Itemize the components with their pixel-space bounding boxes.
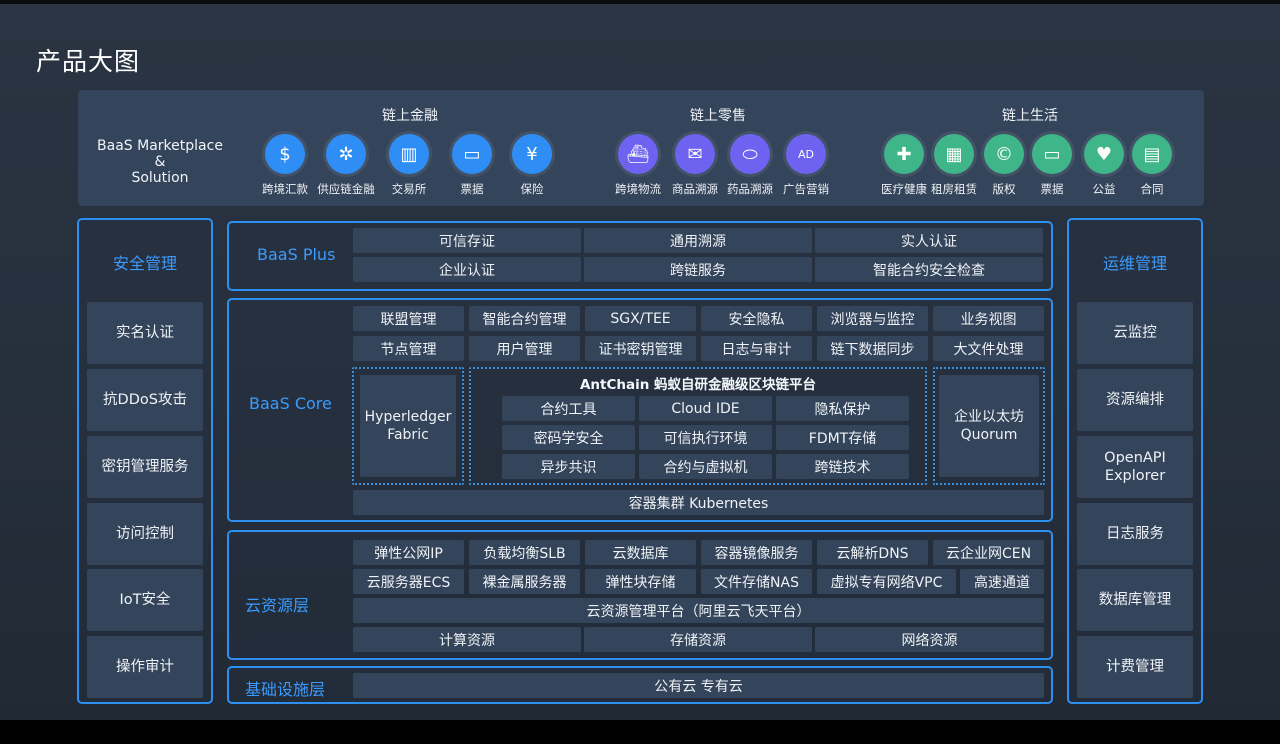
solution-item[interactable]: ¥ 保险 bbox=[496, 134, 568, 197]
baas-plus-cell[interactable]: 可信存证 bbox=[353, 228, 581, 253]
infra-cell[interactable]: 公有云 专有云 bbox=[353, 673, 1044, 698]
cloud-resource-cell[interactable]: 存储资源 bbox=[584, 627, 812, 652]
antchain-cell[interactable]: FDMT存储 bbox=[776, 425, 909, 450]
cloud-layer: 云资源层 弹性公网IP 负载均衡SLB 云数据库 容器镜像服务 云解析DNS 云… bbox=[227, 530, 1053, 660]
group-title-finance: 链上金融 bbox=[382, 108, 438, 124]
group-title-retail: 链上零售 bbox=[690, 108, 746, 124]
cloud-cell[interactable]: 弹性块存储 bbox=[585, 569, 696, 594]
baas-core-cell[interactable]: 节点管理 bbox=[353, 336, 464, 361]
security-item[interactable]: 操作审计 bbox=[87, 636, 203, 698]
cloud-label: 云资源层 bbox=[245, 596, 310, 615]
security-title: 安全管理 bbox=[112, 254, 177, 273]
cloud-cell[interactable]: 文件存储NAS bbox=[701, 569, 812, 594]
capsule-icon: ⬭ bbox=[730, 134, 770, 174]
cloud-cell[interactable]: 负载均衡SLB bbox=[469, 540, 580, 565]
baas-plus-cell[interactable]: 通用溯源 bbox=[584, 228, 812, 253]
cloud-resource-cell[interactable]: 计算资源 bbox=[353, 627, 581, 652]
security-item[interactable]: 访问控制 bbox=[87, 503, 203, 565]
infra-layer: 基础设施层 公有云 专有云 bbox=[227, 666, 1053, 704]
bar-chart-icon: ▥ bbox=[389, 134, 429, 174]
solution-item[interactable]: ▥ 交易所 bbox=[373, 134, 445, 197]
baas-core-cell[interactable]: SGX/TEE bbox=[585, 306, 696, 331]
hyperledger-fabric[interactable]: Hyperledger Fabric bbox=[360, 375, 456, 477]
baas-core-cell[interactable]: 智能合约管理 bbox=[469, 306, 580, 331]
cloud-cell[interactable]: 裸金属服务器 bbox=[469, 569, 580, 594]
cloud-cell[interactable]: 云解析DNS bbox=[817, 540, 928, 565]
security-item[interactable]: 抗DDoS攻击 bbox=[87, 369, 203, 431]
ops-item[interactable]: 计费管理 bbox=[1077, 636, 1193, 698]
ticket-icon: ▭ bbox=[452, 134, 492, 174]
solutions-band: BaaS Marketplace & Solution 链上金融 链上零售 链上… bbox=[78, 90, 1204, 206]
baas-plus-label: BaaS Plus bbox=[257, 245, 336, 264]
page-title: 产品大图 bbox=[36, 47, 141, 76]
antchain-title: AntChain 蚂蚁自研金融级区块链平台 bbox=[579, 377, 817, 393]
ops-item[interactable]: 云监控 bbox=[1077, 302, 1193, 364]
baas-core-cell[interactable]: 证书密钥管理 bbox=[585, 336, 696, 361]
baas-core-cell[interactable]: 用户管理 bbox=[469, 336, 580, 361]
antchain-frame: AntChain 蚂蚁自研金融级区块链平台 合约工具 Cloud IDE 隐私保… bbox=[469, 367, 927, 485]
solution-item[interactable]: AD 广告营销 bbox=[770, 134, 842, 197]
ops-item[interactable]: 数据库管理 bbox=[1077, 569, 1193, 631]
cloud-platform-cell[interactable]: 云资源管理平台（阿里云飞天平台） bbox=[353, 598, 1044, 623]
antchain-cell[interactable]: 跨链技术 bbox=[776, 454, 909, 479]
antchain-cell[interactable]: Cloud IDE bbox=[639, 396, 772, 421]
baas-core-layer: BaaS Core 联盟管理 智能合约管理 SGX/TEE 安全隐私 浏览器与监… bbox=[227, 298, 1053, 522]
security-item[interactable]: 实名认证 bbox=[87, 302, 203, 364]
cloud-cell[interactable]: 弹性公网IP bbox=[353, 540, 464, 565]
cloud-cell[interactable]: 容器镜像服务 bbox=[701, 540, 812, 565]
antchain-cell[interactable]: 异步共识 bbox=[502, 454, 635, 479]
cloud-cell[interactable]: 虚拟专有网络VPC bbox=[817, 569, 956, 594]
ticket-icon: ▭ bbox=[1032, 134, 1072, 174]
infra-label: 基础设施层 bbox=[245, 680, 326, 699]
baas-core-cell[interactable]: 浏览器与监控 bbox=[817, 306, 928, 331]
baas-core-cell[interactable]: 安全隐私 bbox=[701, 306, 812, 331]
baas-plus-cell[interactable]: 跨链服务 bbox=[584, 257, 812, 282]
ad-icon: AD bbox=[786, 134, 826, 174]
antchain-cell[interactable]: 密码学安全 bbox=[502, 425, 635, 450]
baas-plus-cell[interactable]: 实人认证 bbox=[815, 228, 1043, 253]
yen-shield-icon: ¥ bbox=[512, 134, 552, 174]
ops-item[interactable]: 日志服务 bbox=[1077, 503, 1193, 565]
group-title-life: 链上生活 bbox=[1002, 108, 1058, 124]
quorum-frame: 企业以太坊 Quorum bbox=[933, 367, 1045, 485]
baas-core-cell[interactable]: 日志与审计 bbox=[701, 336, 812, 361]
solution-item[interactable]: ✲ 供应链金融 bbox=[310, 134, 382, 197]
baas-plus-cell[interactable]: 智能合约安全检查 bbox=[815, 257, 1043, 282]
ops-title: 运维管理 bbox=[1102, 254, 1167, 273]
cloud-cell[interactable]: 云企业网CEN bbox=[933, 540, 1044, 565]
slide: 产品大图 BaaS Marketplace & Solution 链上金融 链上… bbox=[0, 4, 1280, 720]
baas-core-cell[interactable]: 业务视图 bbox=[933, 306, 1044, 331]
network-icon: ✲ bbox=[326, 134, 366, 174]
antchain-cell[interactable]: 可信执行环境 bbox=[639, 425, 772, 450]
ship-icon: ⛴ bbox=[618, 134, 658, 174]
security-item[interactable]: IoT安全 bbox=[87, 569, 203, 631]
security-item[interactable]: 密钥管理服务 bbox=[87, 436, 203, 498]
baas-plus-layer: BaaS Plus 可信存证 通用溯源 实人认证 企业认证 跨链服务 智能合约安… bbox=[227, 221, 1053, 291]
baas-core-cell[interactable]: 大文件处理 bbox=[933, 336, 1044, 361]
baas-core-cell[interactable]: 链下数据同步 bbox=[817, 336, 928, 361]
antchain-cell[interactable]: 隐私保护 bbox=[776, 396, 909, 421]
cloud-cell[interactable]: 高速通道 bbox=[960, 569, 1044, 594]
cloud-cell[interactable]: 云服务器ECS bbox=[353, 569, 464, 594]
mail-search-icon: ✉ bbox=[675, 134, 715, 174]
quorum[interactable]: 企业以太坊 Quorum bbox=[939, 375, 1039, 477]
cloud-cell[interactable]: 云数据库 bbox=[585, 540, 696, 565]
hyperledger-frame: Hyperledger Fabric bbox=[352, 367, 464, 485]
ops-panel: 运维管理 云监控 资源编排 OpenAPI Explorer 日志服务 数据库管… bbox=[1067, 218, 1203, 704]
antchain-cell[interactable]: 合约与虚拟机 bbox=[639, 454, 772, 479]
solution-item[interactable]: ▤ 合同 bbox=[1116, 134, 1188, 197]
marketplace-label: BaaS Marketplace & Solution bbox=[97, 138, 223, 186]
ops-item[interactable]: 资源编排 bbox=[1077, 369, 1193, 431]
cloud-resource-cell[interactable]: 网络资源 bbox=[815, 627, 1044, 652]
antchain-cell[interactable]: 合约工具 bbox=[502, 396, 635, 421]
security-panel: 安全管理 实名认证 抗DDoS攻击 密钥管理服务 访问控制 IoT安全 操作审计 bbox=[77, 218, 213, 704]
kubernetes-cell[interactable]: 容器集群 Kubernetes bbox=[353, 490, 1044, 515]
contract-icon: ▤ bbox=[1132, 134, 1172, 174]
baas-core-label: BaaS Core bbox=[249, 394, 332, 413]
baas-plus-cell[interactable]: 企业认证 bbox=[353, 257, 581, 282]
bottom-bar bbox=[0, 720, 1280, 744]
baas-core-cell[interactable]: 联盟管理 bbox=[353, 306, 464, 331]
ops-item[interactable]: OpenAPI Explorer bbox=[1077, 436, 1193, 498]
dollar-coin-icon: $ bbox=[265, 134, 305, 174]
